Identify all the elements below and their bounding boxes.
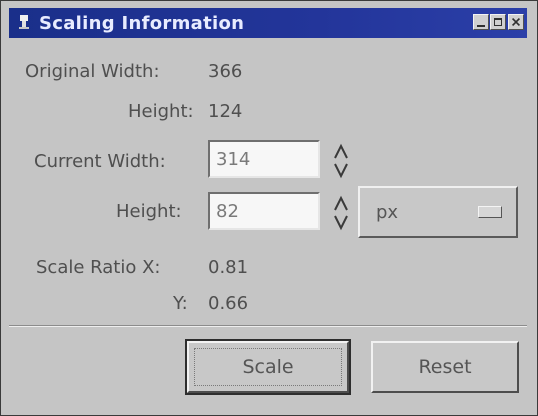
original-width-value: 366 bbox=[208, 61, 243, 82]
app-icon bbox=[19, 15, 29, 29]
scale-button[interactable]: Scale bbox=[185, 339, 351, 395]
window-title: Scaling Information bbox=[39, 13, 245, 34]
maximize-icon bbox=[494, 18, 502, 26]
original-height-value: 124 bbox=[208, 101, 243, 122]
spin-up-icon bbox=[334, 195, 348, 211]
spin-down-icon bbox=[334, 163, 348, 179]
scale-ratio-y-label: Y: bbox=[173, 293, 188, 314]
scale-ratio-y-value: 0.66 bbox=[208, 293, 249, 314]
reset-button-label: Reset bbox=[418, 356, 472, 378]
original-width-label: Original Width: bbox=[25, 61, 160, 82]
title-bar[interactable]: Scaling Information bbox=[9, 8, 527, 38]
minimize-icon bbox=[477, 25, 485, 27]
dropdown-indicator-icon bbox=[478, 206, 502, 218]
width-spinner[interactable] bbox=[331, 140, 351, 182]
close-icon bbox=[511, 17, 521, 27]
current-height-input[interactable] bbox=[208, 192, 320, 230]
height-spinner[interactable] bbox=[331, 192, 351, 234]
separator bbox=[9, 326, 527, 327]
current-height-label: Height: bbox=[116, 201, 182, 222]
minimize-button[interactable] bbox=[473, 14, 489, 30]
spin-down-icon bbox=[334, 215, 348, 231]
reset-button[interactable]: Reset bbox=[371, 341, 519, 393]
unit-selected-value: px bbox=[376, 202, 399, 223]
current-width-label: Current Width: bbox=[34, 151, 166, 172]
scale-ratio-x-label: Scale Ratio X: bbox=[36, 257, 161, 278]
focus-ring bbox=[194, 348, 342, 386]
unit-dropdown[interactable]: px bbox=[358, 186, 518, 238]
scaling-dialog: Scaling Information Original Width: 366 … bbox=[0, 0, 538, 416]
close-button[interactable] bbox=[508, 14, 524, 30]
spin-up-icon bbox=[334, 143, 348, 159]
original-height-label: Height: bbox=[128, 101, 194, 122]
maximize-button[interactable] bbox=[490, 14, 506, 30]
scale-ratio-x-value: 0.81 bbox=[208, 257, 249, 278]
current-width-input[interactable] bbox=[208, 140, 320, 178]
